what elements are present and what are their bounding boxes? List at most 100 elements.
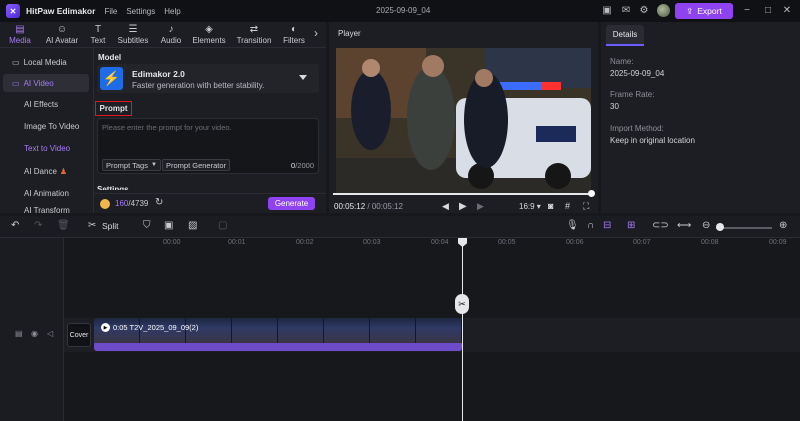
model-description: Faster generation with better stability. xyxy=(132,81,265,90)
redo-icon[interactable]: ↷ xyxy=(34,220,42,232)
timeline-toolbar: ↶ ↷ 🗑 ✂ Split ⛉ ▣ ▨ ▢ 🎙 ∩ ⊟ ⊞ ⊂⊃ ⟷ ⊖ ⊕ xyxy=(0,216,800,238)
link-icon[interactable]: ⊟ xyxy=(603,220,611,232)
menu-settings[interactable]: Settings xyxy=(126,7,155,16)
sidebar-item-ai-transform[interactable]: AI Transform xyxy=(3,206,89,213)
sidebar-item-ai-video[interactable]: ▭ AI Video xyxy=(3,74,89,92)
avatar[interactable] xyxy=(657,4,670,17)
zoom-out-icon[interactable]: ⊖ xyxy=(702,220,710,232)
minimize-icon[interactable]: − xyxy=(741,5,753,17)
speaker-icon[interactable]: ◁ xyxy=(47,329,53,338)
tab-label: Filters xyxy=(283,36,305,45)
menu-file[interactable]: File xyxy=(104,7,117,16)
grid-icon[interactable]: # xyxy=(565,201,570,211)
microphone-icon[interactable]: 🎙 xyxy=(566,220,579,232)
settings-section-label: Settings xyxy=(97,185,129,190)
time-display: 00:05:12 / 00:05:12 xyxy=(334,202,403,211)
snapshot-icon[interactable]: ◙ xyxy=(548,201,553,211)
video-clip[interactable]: ▶ 0:05 T2V_2025_09_09(2) xyxy=(94,318,462,351)
refresh-icon[interactable]: ↻ xyxy=(155,197,163,208)
details-panel: Details Name: 2025-09-09_04 Frame Rate: … xyxy=(601,22,800,213)
credits-total: /4739 xyxy=(128,199,149,208)
tab-transition[interactable]: ⇄ Transition xyxy=(234,22,274,47)
scissors-icon[interactable]: ✂ xyxy=(88,220,96,232)
tab-filters[interactable]: ◐ Filters xyxy=(281,22,307,47)
split-button[interactable]: Split xyxy=(102,221,119,231)
clip-label: ▶ 0:05 T2V_2025_09_09(2) xyxy=(101,323,198,332)
char-counter: 0/2000 xyxy=(291,161,314,170)
fullscreen-icon[interactable]: ⛶ xyxy=(583,201,589,212)
feedback-icon[interactable]: ✉ xyxy=(620,5,632,17)
zoom-slider[interactable] xyxy=(716,227,772,229)
menu-help[interactable]: Help xyxy=(164,7,180,16)
sidebar-item-ai-animation[interactable]: AI Animation xyxy=(3,184,89,202)
step-back-icon[interactable]: ◀ xyxy=(442,201,449,212)
tab-text[interactable]: T Text xyxy=(87,22,109,47)
prompt-generator-button[interactable]: Prompt Generator xyxy=(162,159,231,171)
zoom-slider-handle[interactable] xyxy=(716,223,724,231)
clip-name: 0:05 T2V_2025_09_09(2) xyxy=(113,323,199,332)
maximize-icon[interactable]: □ xyxy=(762,5,774,17)
time-ruler[interactable]: 00:00 00:01 00:02 00:03 00:04 00:05 00:0… xyxy=(64,238,800,250)
tab-media[interactable]: ▤ Media xyxy=(6,22,34,47)
generate-button[interactable]: Generate xyxy=(268,197,315,210)
chain-icon[interactable]: ⊂⊃ xyxy=(652,220,669,232)
fit-icon[interactable]: ⟷ xyxy=(677,220,691,232)
text-box-icon[interactable]: ▣ xyxy=(164,220,173,232)
model-selector[interactable]: ⚡ Edimakor 2.0 Faster generation with be… xyxy=(97,64,319,93)
prompt-tags-dropdown[interactable]: Prompt Tags ▼ xyxy=(102,159,161,171)
shield-icon[interactable]: ⛉ xyxy=(143,220,151,232)
track-lock-icon[interactable]: ▤ xyxy=(15,329,23,338)
play-icon[interactable]: ▶ xyxy=(459,201,467,212)
zoom-in-icon[interactable]: ⊕ xyxy=(779,220,787,232)
eye-icon[interactable]: ◉ xyxy=(31,329,38,338)
undo-icon[interactable]: ↶ xyxy=(11,220,19,232)
close-icon[interactable]: ✕ xyxy=(781,5,793,17)
progress-bar[interactable] xyxy=(333,193,593,195)
crop-icon[interactable]: ▢ xyxy=(218,220,227,232)
tick-label: 00:04 xyxy=(431,239,449,246)
tab-ai-avatar[interactable]: ☺ AI Avatar xyxy=(42,22,82,47)
prompt-input[interactable]: Please enter the prompt for your video. … xyxy=(97,118,319,174)
sidebar-item-text-to-video[interactable]: Text to Video xyxy=(3,139,89,157)
aspect-ratio-selector[interactable]: 16:9 ▾ xyxy=(519,202,541,211)
export-button[interactable]: ⇪ Export xyxy=(675,3,733,19)
step-forward-icon[interactable]: ▶ xyxy=(477,201,484,212)
cover-button[interactable]: Cover xyxy=(67,323,91,347)
title-bar: ✕ HitPaw Edimakor File Settings Help 202… xyxy=(0,0,800,22)
sidebar-item-local-media[interactable]: ▭ Local Media xyxy=(3,53,89,71)
subtitles-icon: ☰ xyxy=(128,24,138,35)
generate-bar: 160/4739 ↻ Generate xyxy=(94,193,326,213)
tab-label: Text xyxy=(90,36,106,45)
detail-key: Name: xyxy=(610,57,634,66)
delete-icon[interactable]: 🗑 xyxy=(57,220,70,232)
char-max: /2000 xyxy=(295,161,314,170)
image-icon[interactable]: ▨ xyxy=(188,220,197,232)
player-title: Player xyxy=(338,29,361,38)
clip-thumbnail xyxy=(278,318,324,343)
tab-audio[interactable]: ♪ Audio xyxy=(157,22,185,47)
progress-handle[interactable] xyxy=(588,190,595,197)
folder-icon: ▭ xyxy=(12,57,20,67)
tab-subtitles[interactable]: ☰ Subtitles xyxy=(115,22,151,47)
layout-icon[interactable]: ▣ xyxy=(601,5,613,17)
divider xyxy=(0,47,326,48)
split-scissors-icon[interactable]: ✂ xyxy=(455,294,469,314)
settings-gear-icon[interactable]: ⚙ xyxy=(638,5,650,17)
document-title: 2025-09-09_04 xyxy=(376,6,431,15)
video-preview[interactable] xyxy=(336,48,591,193)
playhead[interactable] xyxy=(462,238,463,421)
sidebar-item-image-to-video[interactable]: Image To Video xyxy=(3,117,89,135)
ai-video-icon: ▭ xyxy=(12,78,20,88)
chevron-right-icon[interactable]: › xyxy=(310,22,322,47)
detail-key: Import Method: xyxy=(610,124,664,133)
tab-details[interactable]: Details xyxy=(606,25,644,46)
sidebar-item-ai-effects[interactable]: AI Effects xyxy=(3,95,89,113)
tick-label: 00:00 xyxy=(163,239,181,246)
magnet-icon[interactable]: ∩ xyxy=(587,220,594,232)
transition-icon: ⇄ xyxy=(249,24,259,35)
clip-thumbnail xyxy=(324,318,370,343)
media-panel: ▤ Media ☺ AI Avatar T Text ☰ Subtitles ♪ Audi… xyxy=(0,22,326,213)
tab-elements[interactable]: ◈ Elements xyxy=(190,22,228,47)
sidebar-item-ai-dance[interactable]: AI Dance ♟ xyxy=(3,162,89,180)
preview-icon[interactable]: ⊞ xyxy=(627,220,635,232)
